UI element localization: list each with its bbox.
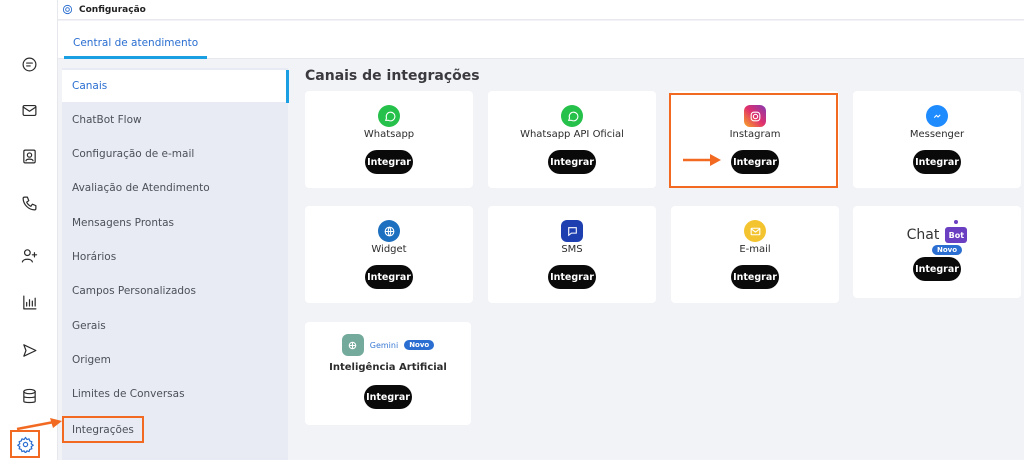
card-name: Whatsapp API Oficial	[520, 129, 624, 140]
send-icon[interactable]	[17, 338, 41, 362]
card-name: Inteligência Artificial	[329, 362, 447, 373]
chatbot-logo-text: Chat	[906, 227, 940, 243]
integrar-button[interactable]: Integrar	[365, 150, 413, 174]
menu-item-campos-personalizados[interactable]: Campos Personalizados	[62, 275, 288, 307]
integrar-button[interactable]: Integrar	[365, 265, 413, 289]
tab-central-de-atendimento[interactable]: Central de atendimento	[64, 29, 208, 59]
globe-icon	[378, 220, 400, 242]
menu-item-config-email[interactable]: Configuração de e-mail	[62, 138, 288, 170]
card-messenger: Messenger Integrar	[853, 91, 1021, 188]
messenger-icon	[926, 105, 948, 127]
novo-badge: Novo	[931, 245, 963, 255]
menu-item-origem[interactable]: Origem	[62, 344, 288, 376]
sms-icon	[561, 220, 583, 242]
mail-icon[interactable]	[17, 98, 41, 122]
whatsapp-icon	[561, 105, 583, 127]
novo-badge: Novo	[404, 340, 435, 350]
integrar-button[interactable]: Integrar	[913, 150, 961, 174]
email-icon	[744, 220, 766, 242]
integrar-button[interactable]: Integrar	[364, 385, 412, 409]
settings-highlight[interactable]	[10, 430, 40, 458]
instagram-highlight	[669, 93, 838, 188]
integrar-button[interactable]: Integrar	[548, 150, 596, 174]
add-user-icon[interactable]	[17, 243, 41, 267]
card-email: E-mail Integrar	[671, 206, 839, 303]
menu-item-chatbot-flow[interactable]: ChatBot Flow	[62, 104, 288, 136]
database-icon[interactable]	[17, 384, 41, 408]
card-whatsapp: Whatsapp Integrar	[305, 91, 473, 188]
menu-item-canais[interactable]: Canais	[62, 70, 288, 102]
tab-bar: Central de atendimento	[58, 21, 1024, 59]
menu-item-avaliacao[interactable]: Avaliação de Atendimento	[62, 172, 288, 204]
bar-chart-icon[interactable]	[17, 290, 41, 314]
card-name: SMS	[561, 244, 583, 255]
menu-item-gerais[interactable]: Gerais	[62, 310, 288, 342]
menu-item-mensagens-prontas[interactable]: Mensagens Prontas	[62, 207, 288, 239]
card-whatsapp-api: Whatsapp API Oficial Integrar	[488, 91, 656, 188]
section-title: Canais de integrações	[305, 68, 480, 84]
bot-badge: Bot	[945, 220, 968, 243]
ai-logo-row: Gemini Novo	[341, 334, 435, 356]
gear-icon	[16, 436, 34, 453]
channels-panel: Canais de integrações Whatsapp Integrar …	[288, 60, 1024, 460]
arrow-annotation	[683, 154, 721, 166]
menu-item-horarios[interactable]: Horários	[62, 241, 288, 273]
gear-icon	[62, 4, 73, 15]
integrar-button[interactable]: Integrar	[548, 265, 596, 289]
card-chatbot: Chat Bot Novo Integrar	[853, 206, 1021, 298]
integrar-button[interactable]: Integrar	[913, 257, 961, 281]
card-ai: Gemini Novo Inteligência Artificial Inte…	[305, 322, 471, 425]
whatsapp-icon	[378, 105, 400, 127]
integrar-button[interactable]: Integrar	[731, 265, 779, 289]
openai-icon	[341, 334, 364, 356]
card-name: Whatsapp	[363, 129, 415, 140]
icon-rail	[0, 0, 58, 460]
integracoes-highlight	[62, 416, 144, 443]
arrow-annotation	[16, 418, 62, 431]
card-widget: Widget Integrar	[305, 206, 473, 303]
card-name: E-mail	[739, 244, 771, 255]
page-title: Configuração	[79, 4, 146, 15]
chatbot-logo: Chat Bot	[906, 220, 968, 247]
phone-icon[interactable]	[17, 191, 41, 215]
menu-item-limites-conversas[interactable]: Limites de Conversas	[62, 378, 288, 410]
card-sms: SMS Integrar	[488, 206, 656, 303]
settings-menu: Canais ChatBot Flow Configuração de e-ma…	[62, 68, 289, 460]
top-bar: Configuração	[58, 0, 1024, 20]
gemini-label: Gemini	[369, 340, 399, 350]
contact-card-icon[interactable]	[17, 144, 41, 168]
card-name: Messenger	[909, 129, 965, 140]
chat-icon[interactable]	[17, 52, 41, 76]
card-name: Widget	[371, 244, 407, 255]
